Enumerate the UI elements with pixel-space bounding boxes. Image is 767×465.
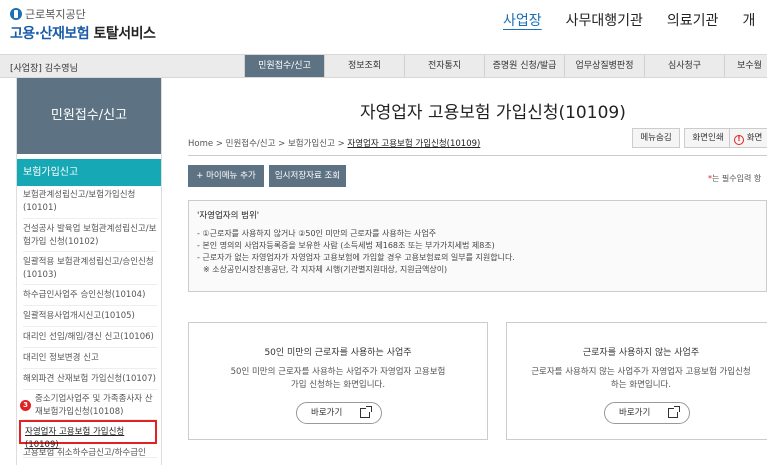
- required-note: *는 필수입력 항: [708, 173, 761, 184]
- info-line: - 본인 명의의 사업자등록증을 보유한 사람 (소득세법 제168조 또는 부…: [197, 241, 495, 250]
- info-line: ※ 소상공인시장진흥공단, 각 지자체 시행(기관별지원대상, 지원금액상이): [203, 265, 448, 274]
- divider: [188, 155, 767, 156]
- print-screen-button[interactable]: 화면인쇄: [684, 128, 732, 148]
- go-button-label: 바로가기: [619, 408, 651, 418]
- card-desc-line: 하는 화면입니다.: [610, 380, 672, 390]
- breadcrumb-home[interactable]: Home: [188, 139, 213, 149]
- sidebar-item-agent-change[interactable]: 대리인 정보변경 신고: [23, 348, 157, 369]
- menu-review-request[interactable]: 심사청구: [644, 55, 724, 77]
- card-desc-line: 가입 신청하는 화면입니다.: [290, 380, 386, 390]
- kcomwel-logo-icon: [10, 8, 22, 20]
- required-note-text: 는 필수입력 항: [712, 174, 762, 183]
- breadcrumb-sep: >: [278, 139, 286, 149]
- sidebar-section-insurance[interactable]: 보험가입신고: [17, 159, 161, 186]
- menu-occupational-disease[interactable]: 업무상질병판정: [564, 55, 644, 77]
- service-name-dark: 토탈서비스: [93, 26, 156, 42]
- service-name-blue: 고용·산재보험: [10, 26, 90, 42]
- breadcrumb-current: 자영업자 고용보험 가입신청(10109): [347, 139, 481, 149]
- sidebar-item-10103[interactable]: 일괄적용 보험관계성립신고/승인신청(10103): [23, 252, 157, 285]
- main-content: 자영업자 고용보험 가입신청(10109) Home > 민원접수/신고 > 보…: [163, 78, 767, 465]
- card-title: 50인 미만의 근로자를 사용하는 사업주: [264, 348, 412, 358]
- page-title: 자영업자 고용보험 가입신청(10109): [360, 103, 626, 123]
- topnav-individual[interactable]: 개: [742, 10, 755, 30]
- go-button-under-50[interactable]: 바로가기: [296, 402, 382, 424]
- menu-certificate[interactable]: 증명원 신청/발급: [484, 55, 564, 77]
- external-link-icon: [360, 406, 372, 418]
- menu-info-inquiry[interactable]: 정보조회: [324, 55, 404, 77]
- hide-menu-button[interactable]: 메뉴숨김: [632, 128, 680, 148]
- go-button-label: 바로가기: [311, 408, 343, 418]
- menu-compensation[interactable]: 보수월: [724, 55, 767, 77]
- sidebar: 민원접수/신고 보험가입신고 보험관계성립신고/보험가입신청 (10101) 건…: [16, 78, 162, 465]
- card-desc-line: 50인 미만의 근로자를 사용하는 사업주가 자영업자 고용보험: [230, 367, 446, 377]
- external-link-icon: [668, 406, 680, 418]
- main-menubar: [사업장] 김수영님 민원접수/신고 정보조회 전자통지 증명원 신청/발급 업…: [0, 54, 767, 78]
- sidebar-item-10107[interactable]: 해외파견 산재보험 가입신청(10107): [23, 369, 157, 390]
- menu-civil-application[interactable]: 민원접수/신고: [244, 55, 324, 77]
- sidebar-item-10108[interactable]: 중소기업사업주 및 가족종사자 산재보험가입신청(10108): [23, 390, 157, 420]
- info-line: - 근로자가 없는 자영업자가 자영업자 고용보험에 가입할 경우 고용보험료의…: [197, 253, 515, 262]
- sidebar-item-subcontract[interactable]: 고용보험 취소하수급신고/하수급인: [23, 444, 157, 458]
- error-circle-icon: !: [734, 135, 744, 145]
- breadcrumb-sep: >: [337, 139, 345, 149]
- org-name: 근로복지공단: [25, 8, 86, 21]
- sidebar-item-10101[interactable]: 보험관계성립신고/보험가입신청 (10101): [23, 186, 157, 219]
- step-number-badge: 3: [20, 400, 31, 411]
- self-employed-scope-box: '자영업자의 범위' - ①근로자를 사용하지 않거나 ②50인 미만의 근로자…: [188, 200, 767, 292]
- topnav-medical[interactable]: 의료기관: [667, 10, 719, 30]
- go-button-no-employees[interactable]: 바로가기: [604, 402, 690, 424]
- card-desc-line: 근로자를 사용하지 않는 사업주가 자영업자 고용보험 가입신청: [531, 367, 751, 377]
- add-my-menu-button[interactable]: + 마이메뉴 추가: [188, 165, 264, 187]
- card-no-employees: 근로자를 사용하지 않는 사업주 근로자를 사용하지 않는 사업주가 자영업자 …: [506, 322, 767, 440]
- breadcrumb-sep: >: [215, 139, 223, 149]
- temp-saved-view-button[interactable]: 임시저장자료 조회: [269, 165, 346, 187]
- info-line: - ①근로자를 사용하지 않거나 ②50인 미만의 근로자를 사용하는 사업주: [197, 229, 437, 238]
- card-title: 근로자를 사용하지 않는 사업주: [582, 348, 700, 358]
- breadcrumb-insurance[interactable]: 보험가입신고: [288, 139, 335, 149]
- sidebar-list: 보험관계성립신고/보험가입신청 (10101) 건설공사 발육업 보험관계성립신…: [17, 186, 161, 458]
- user-label: [사업장] 김수영님: [10, 64, 78, 74]
- sidebar-item-10104[interactable]: 하수급인사업주 승인신청(10104): [23, 285, 157, 306]
- topnav-workplace[interactable]: 사업장: [503, 10, 542, 30]
- breadcrumb: Home > 민원접수/신고 > 보험가입신고 > 자영업자 고용보험 가입신청…: [188, 137, 480, 149]
- sidebar-heading: 민원접수/신고: [17, 78, 161, 154]
- breadcrumb-civil[interactable]: 민원접수/신고: [226, 139, 276, 149]
- menu-e-notice[interactable]: 전자통지: [404, 55, 484, 77]
- sidebar-item-10106[interactable]: 대리인 선임/해임/갱신 신고(10106): [23, 327, 157, 348]
- info-title: '자영업자의 범위': [197, 211, 260, 221]
- top-nav: 사업장 사무대행기관 의료기관 개: [503, 10, 767, 30]
- page-root: 근로복지공단 고용·산재보험 토탈서비스 사업장 사무대행기관 의료기관 개 […: [0, 0, 767, 465]
- error-report-button[interactable]: ! 화면: [729, 128, 767, 148]
- card-under-50-employees: 50인 미만의 근로자를 사용하는 사업주 50인 미만의 근로자를 사용하는 …: [188, 322, 488, 440]
- sidebar-item-10102[interactable]: 건설공사 발육업 보험관계성립신고/보험가입 신청(10102): [23, 219, 157, 252]
- topnav-agency[interactable]: 사무대행기관: [566, 10, 643, 30]
- sidebar-item-10109-active[interactable]: 자영업자 고용보험 가입신청(10109): [19, 420, 157, 450]
- error-report-label: 화면: [746, 133, 763, 143]
- top-header: 근로복지공단 고용·산재보험 토탈서비스 사업장 사무대행기관 의료기관 개: [0, 0, 767, 48]
- sidebar-item-10105[interactable]: 일괄적용사업개시신고(10105): [23, 306, 157, 327]
- logo[interactable]: 근로복지공단 고용·산재보험 토탈서비스: [10, 6, 156, 43]
